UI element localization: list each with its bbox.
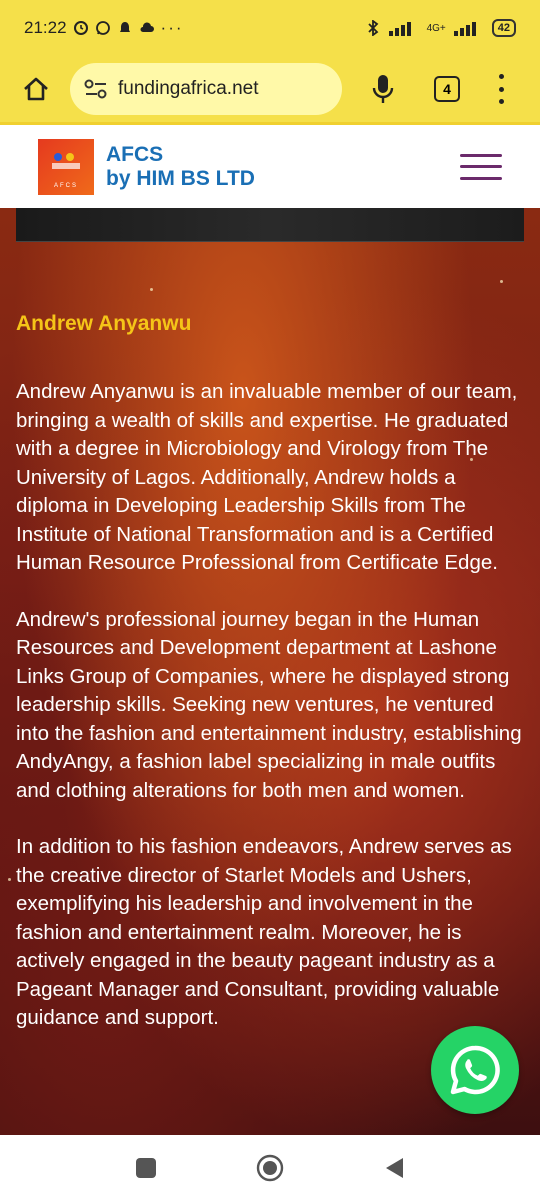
more-vert-icon[interactable] — [496, 74, 506, 104]
home-icon — [24, 77, 48, 101]
tab-switcher-button[interactable]: 4 — [434, 76, 460, 102]
site-logo[interactable]: AFCS — [38, 138, 94, 195]
bio-paragraph: In addition to his fashion endeavors, An… — [16, 835, 512, 1029]
status-left: 21:22 ··· — [24, 18, 184, 38]
status-right: 4G+ 42 — [365, 19, 516, 37]
circle-icon — [256, 1154, 284, 1181]
whatsapp-button[interactable] — [431, 1026, 519, 1114]
bio-paragraph: Andrew's professional journey began in t… — [16, 607, 522, 802]
home-nav-button[interactable] — [256, 1154, 284, 1182]
status-time: 21:22 — [24, 18, 67, 37]
mic-icon — [372, 75, 394, 103]
network-type: 4G+ — [426, 22, 446, 34]
profile-photo — [16, 208, 524, 242]
logo-graphic-icon — [52, 152, 80, 169]
profile-name: Andrew Anyanwu — [16, 312, 192, 335]
alarm-icon — [73, 21, 88, 35]
status-bar: 21:22 ··· 4G+ 42 — [0, 0, 540, 56]
home-button[interactable] — [16, 69, 56, 109]
back-button[interactable] — [380, 1154, 408, 1182]
site-settings-icon[interactable] — [84, 79, 108, 99]
notification-icon — [119, 22, 130, 32]
square-icon — [136, 1157, 156, 1178]
cloud-icon — [140, 22, 154, 32]
more-notifications-icon: ··· — [160, 18, 184, 37]
brand-line2: by HIM BS LTD — [106, 166, 255, 190]
whatsapp-icon — [450, 1045, 500, 1095]
brand-name[interactable]: AFCS by HIM BS LTD — [106, 143, 255, 191]
bluetooth-icon — [367, 20, 378, 36]
whatsapp-status-icon — [95, 21, 110, 35]
address-bar[interactable]: fundingafrica.net — [70, 63, 342, 115]
background-spark — [150, 288, 153, 291]
back-triangle-icon — [386, 1157, 403, 1178]
bio-paragraph: Andrew Anyanwu is an invaluable member o… — [16, 380, 518, 574]
profile-content: Andrew Anyanwu Andrew Anyanwu is an inva… — [0, 208, 540, 1135]
recents-button[interactable] — [132, 1154, 160, 1182]
system-nav-bar — [0, 1135, 540, 1200]
brand-line1: AFCS — [106, 142, 164, 166]
hamburger-icon[interactable] — [460, 153, 502, 180]
signal-2-icon — [453, 22, 476, 36]
browser-toolbar: fundingafrica.net 4 — [0, 56, 540, 122]
voice-search-button[interactable] — [368, 69, 398, 109]
profile-bio: Andrew Anyanwu is an invaluable member o… — [16, 378, 528, 1061]
url-text: fundingafrica.net — [118, 78, 259, 99]
site-header: AFCS AFCS by HIM BS LTD — [0, 122, 540, 208]
background-spark — [500, 280, 503, 283]
logo-tag: AFCS — [53, 182, 78, 189]
signal-icon — [388, 22, 411, 36]
battery-icon: 42 — [491, 19, 516, 37]
background-spark — [8, 878, 11, 881]
